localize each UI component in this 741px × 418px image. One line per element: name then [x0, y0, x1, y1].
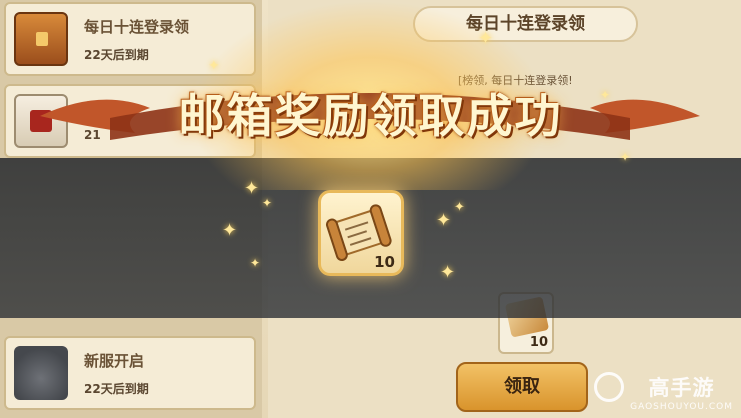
reward-item[interactable]: 10 [318, 190, 404, 276]
treasure-chest-icon [14, 12, 68, 66]
attachment-count: 10 [529, 335, 548, 350]
watermark-domain: GAOSHOUYOU.COM [630, 402, 733, 412]
sparkle-icon: ✦ [436, 210, 452, 231]
reward-success-title: 邮箱奖励领取成功 [178, 89, 563, 143]
sparkle-icon: ✦ [208, 58, 220, 74]
sparkle-icon: ✦ [250, 256, 261, 270]
game-screen: 每日十连登录领 22天后到期 每日 21 新服开启 22天后到期 每日十连登录领… [0, 0, 741, 418]
sparkle-icon: ✦ [478, 28, 494, 49]
sparkle-icon: ✦ [620, 150, 631, 164]
mail-expiry: 22天后到期 [84, 48, 149, 62]
mail-item[interactable]: 新服开启 22天后到期 [4, 336, 256, 410]
sparkle-icon: ✦ [454, 200, 465, 215]
mail-title: 新服开启 [84, 352, 145, 370]
sparkle-icon: ✦ [222, 220, 238, 241]
coin-bag-icon [14, 346, 68, 400]
sparkle-icon: ✦ [262, 196, 273, 210]
sparkle-icon: ✦ [600, 88, 611, 102]
reward-count: 10 [374, 253, 395, 271]
sparkle-icon: ✦ [244, 178, 260, 199]
watermark: 高手游 GAOSHOUYOU.COM [594, 372, 733, 412]
gaoshouyou-logo-icon [594, 372, 625, 402]
watermark-text: 高手游 [648, 376, 715, 400]
claim-button[interactable]: 领取 [456, 362, 588, 412]
mail-expiry: 22天后到期 [84, 382, 149, 396]
mail-title: 每日十连登录领 [84, 18, 190, 36]
sparkle-icon: ✦ [440, 262, 456, 283]
